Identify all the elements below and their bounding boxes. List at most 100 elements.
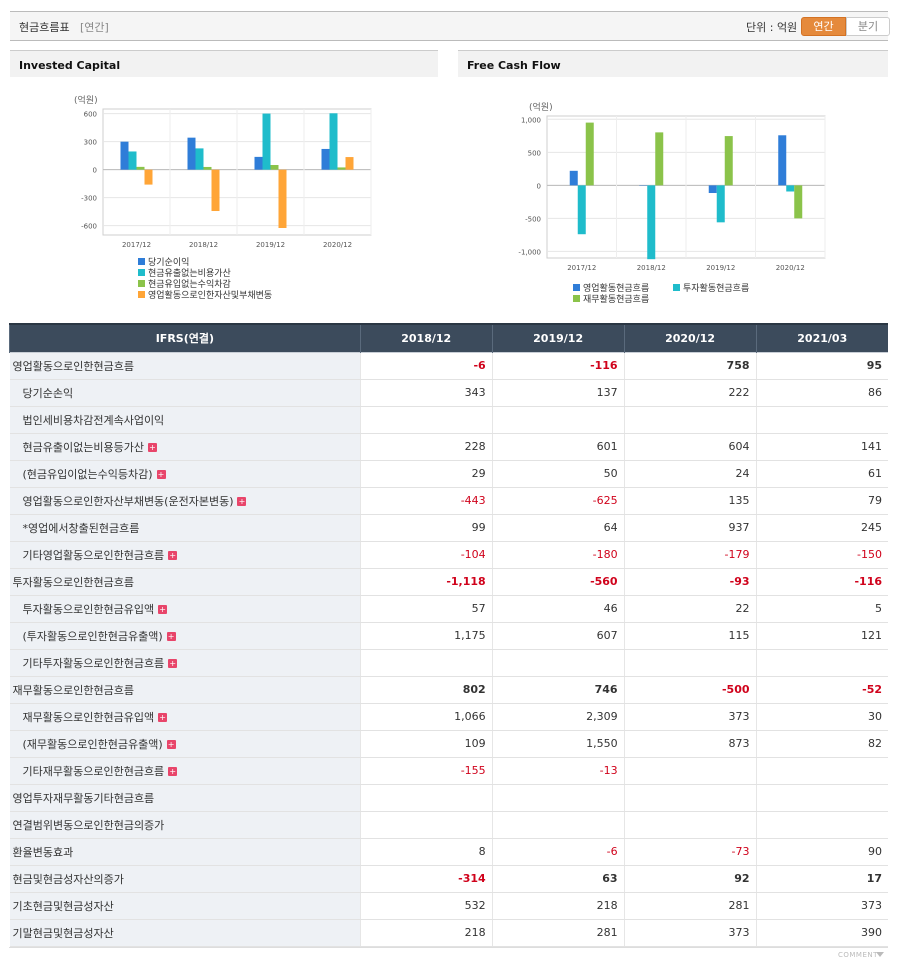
- table-cell: 90: [755, 838, 888, 866]
- expand-plus-icon[interactable]: +: [156, 469, 166, 479]
- table-cell: -180: [491, 541, 625, 569]
- legend-swatch: [673, 284, 680, 291]
- legend-label: 재무활동현금흐름: [583, 293, 649, 305]
- legend-swatch: [138, 280, 145, 287]
- row-label: (재무활동으로인한현금유출액) +: [9, 730, 361, 758]
- table-cell: 343: [359, 379, 493, 407]
- table-cell: 373: [623, 703, 757, 731]
- y-tick-label: 1,000: [521, 116, 541, 124]
- bar: [270, 165, 279, 170]
- y-unit-label: (억원): [74, 94, 98, 106]
- row-label-text: 당기순손익: [22, 386, 74, 400]
- table-cell: 121: [755, 622, 888, 650]
- table-cell: [623, 406, 757, 434]
- table-cell: -625: [491, 487, 625, 515]
- legend-swatch: [138, 269, 145, 276]
- table-cell: -1,118: [359, 567, 493, 596]
- bar: [329, 113, 338, 170]
- bar: [708, 185, 717, 194]
- bar: [585, 122, 594, 186]
- x-tick-label: 2019/12: [256, 241, 285, 249]
- bar: [254, 156, 263, 170]
- chevron-down-icon[interactable]: [876, 952, 884, 957]
- x-tick-label: 2020/12: [776, 264, 805, 272]
- table-cell: 245: [755, 514, 888, 542]
- legend-label: 투자활동현금흐름: [683, 282, 749, 294]
- expand-plus-icon[interactable]: +: [237, 496, 247, 506]
- table-cell: 604: [623, 433, 757, 461]
- table-bottom-line: [9, 947, 888, 948]
- table-cell: 29: [359, 460, 493, 488]
- row-label: 연결범위변동으로인한현금의증가: [9, 811, 361, 839]
- table-cell: -179: [623, 541, 757, 569]
- tab-quarter[interactable]: 분기: [846, 17, 890, 36]
- legend-swatch: [138, 258, 145, 265]
- table-cell: -560: [491, 567, 625, 596]
- row-label: (현금유입이없는수익등차감) +: [9, 460, 361, 488]
- chart-title-invested-capital: Invested Capital: [10, 50, 438, 77]
- legend-label: 영업활동현금흐름: [583, 282, 649, 294]
- table-cell: 46: [491, 595, 625, 623]
- table-cell: 99: [359, 514, 493, 542]
- row-label-text: 재무활동으로인한현금유입액: [22, 710, 155, 724]
- table-cell: 373: [755, 892, 888, 920]
- table-cell: -155: [359, 757, 493, 785]
- legend-label: 현금유출없는비용가산: [148, 268, 231, 279]
- expand-plus-icon[interactable]: +: [147, 442, 157, 452]
- bar: [278, 169, 287, 228]
- table-row: 법인세비용차감전계속사업이익: [9, 406, 888, 434]
- row-label-text: 영업투자재무활동기타현금흐름: [12, 791, 155, 805]
- table-cell: 63: [491, 865, 625, 893]
- table-cell: 5: [755, 595, 888, 623]
- expand-plus-icon[interactable]: +: [166, 739, 176, 749]
- row-label: 기초현금및현금성자산: [9, 892, 361, 920]
- table-row: 환율변동효과 8 -6 -73 90: [9, 838, 888, 866]
- y-tick-label: 500: [528, 149, 541, 157]
- table-cell: 135: [623, 487, 757, 515]
- row-label-text: 투자활동으로인한현금흐름: [12, 575, 134, 589]
- table-cell: 24: [623, 460, 757, 488]
- table-header-ifrs: IFRS(연결): [9, 323, 361, 352]
- table-cell: -500: [623, 675, 757, 704]
- table-cell: 281: [491, 919, 625, 947]
- row-label: 법인세비용차감전계속사업이익: [9, 406, 361, 434]
- expand-plus-icon[interactable]: +: [168, 766, 178, 776]
- bar: [345, 157, 354, 170]
- table-cell: 141: [755, 433, 888, 461]
- table-cell: [623, 757, 757, 785]
- row-label-text: 기말현금및현금성자산: [12, 926, 114, 940]
- table-cell: 758: [623, 351, 757, 380]
- table-cell: -6: [359, 351, 493, 380]
- table-cell: [359, 811, 493, 839]
- row-label-text: 연결범위변동으로인한현금의증가: [12, 818, 165, 832]
- table-cell: [755, 811, 888, 839]
- bar: [577, 185, 586, 235]
- comment-toggle[interactable]: COMMENT: [838, 951, 878, 959]
- table-row: 현금및현금성자산의증가 -314 63 92 17: [9, 865, 888, 893]
- tab-annual[interactable]: 연간: [801, 17, 846, 36]
- table-cell: 57: [359, 595, 493, 623]
- table-cell: 8: [359, 838, 493, 866]
- expand-plus-icon[interactable]: +: [168, 550, 178, 560]
- table-cell: [755, 784, 888, 812]
- invested-capital-chart: (억원) 600 300 0 -300 -600 2017/12 2018/12 2019/12…: [74, 94, 372, 301]
- unit-label: 단위 : 억원: [746, 21, 798, 34]
- table-cell: [491, 406, 625, 434]
- bar: [337, 167, 346, 170]
- row-label: 영업활동으로인한자산부채변동(운전자본변동) +: [9, 487, 361, 515]
- expand-plus-icon[interactable]: +: [166, 631, 176, 641]
- expand-plus-icon[interactable]: +: [158, 712, 168, 722]
- row-label: (투자활동으로인한현금유출액) +: [9, 622, 361, 650]
- table-cell: [491, 811, 625, 839]
- row-label-text: (투자활동으로인한현금유출액): [22, 629, 163, 643]
- expand-plus-icon[interactable]: +: [158, 604, 168, 614]
- table-cell: 17: [755, 865, 888, 893]
- legend-swatch: [573, 295, 580, 302]
- table-cell: -104: [359, 541, 493, 569]
- row-label-text: (현금유입이없는수익등차감): [22, 467, 153, 481]
- table-cell: 937: [623, 514, 757, 542]
- bar: [144, 169, 153, 185]
- period-subtitle: [연간]: [80, 21, 109, 34]
- row-label: 재무활동으로인한현금흐름: [9, 675, 361, 704]
- expand-plus-icon[interactable]: +: [168, 658, 178, 668]
